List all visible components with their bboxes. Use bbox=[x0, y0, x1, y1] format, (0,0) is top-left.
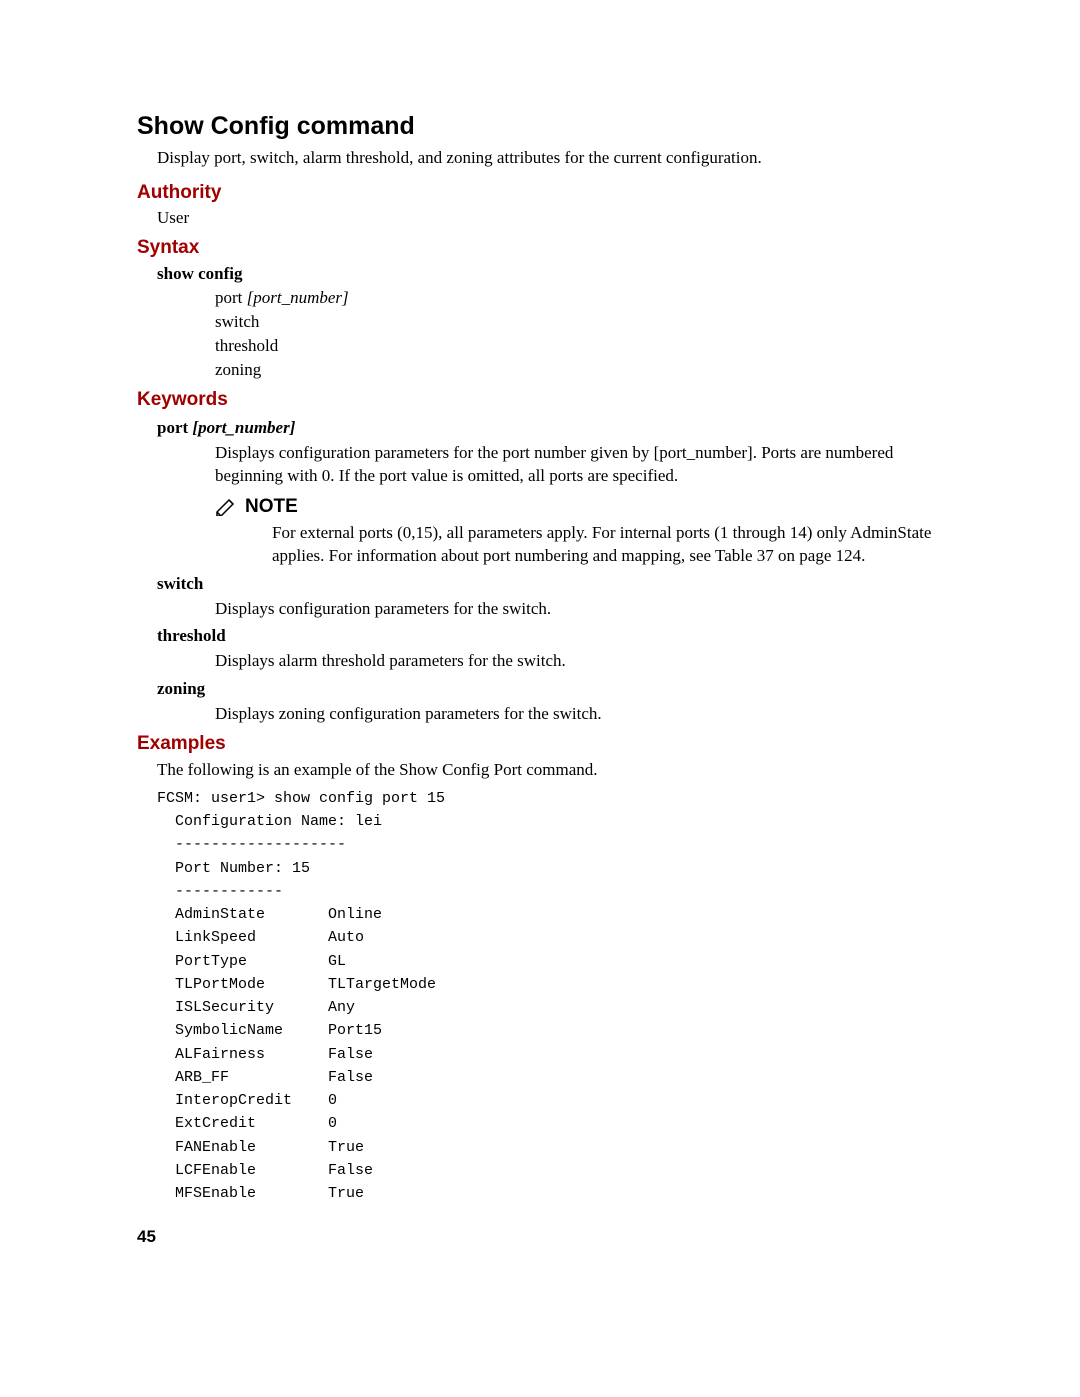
syntax-command: show config bbox=[157, 263, 950, 286]
keyword-switch-term: switch bbox=[157, 573, 950, 596]
keyword-switch-body: Displays configuration parameters for th… bbox=[215, 598, 950, 621]
syntax-arg-port: port [port_number] bbox=[215, 287, 950, 310]
keyword-zoning-term: zoning bbox=[157, 678, 950, 701]
note-body: For external ports (0,15), all parameter… bbox=[272, 522, 950, 568]
section-authority: Authority bbox=[137, 180, 950, 206]
command-description: Display port, switch, alarm threshold, a… bbox=[157, 147, 950, 170]
keyword-port-body: Displays configuration parameters for th… bbox=[215, 442, 950, 488]
keyword-port-term-prefix: port bbox=[157, 418, 192, 437]
keyword-threshold-body: Displays alarm threshold parameters for … bbox=[215, 650, 950, 673]
section-examples: Examples bbox=[137, 731, 950, 757]
document-page: Show Config command Display port, switch… bbox=[0, 0, 1080, 1205]
authority-value: User bbox=[157, 207, 950, 230]
syntax-args: port [port_number] switch threshold zoni… bbox=[215, 287, 950, 382]
syntax-arg-threshold: threshold bbox=[215, 335, 950, 358]
note-label: NOTE bbox=[245, 496, 298, 517]
examples-intro: The following is an example of the Show … bbox=[157, 759, 950, 782]
example-code-block: FCSM: user1> show config port 15 Configu… bbox=[157, 787, 950, 1206]
section-syntax: Syntax bbox=[137, 235, 950, 261]
keyword-threshold-term: threshold bbox=[157, 625, 950, 648]
page-number: 45 bbox=[137, 1226, 156, 1249]
note-block: NOTE bbox=[215, 494, 950, 520]
section-keywords: Keywords bbox=[137, 387, 950, 413]
pencil-icon bbox=[215, 498, 239, 516]
syntax-arg-port-param: [port_number] bbox=[247, 288, 349, 307]
syntax-arg-port-prefix: port bbox=[215, 288, 247, 307]
syntax-arg-switch: switch bbox=[215, 311, 950, 334]
syntax-arg-zoning: zoning bbox=[215, 359, 950, 382]
keyword-port-term: port [port_number] bbox=[157, 417, 950, 440]
keyword-port-term-param: [port_number] bbox=[192, 418, 295, 437]
command-title: Show Config command bbox=[137, 110, 950, 144]
keyword-zoning-body: Displays zoning configuration parameters… bbox=[215, 703, 950, 726]
